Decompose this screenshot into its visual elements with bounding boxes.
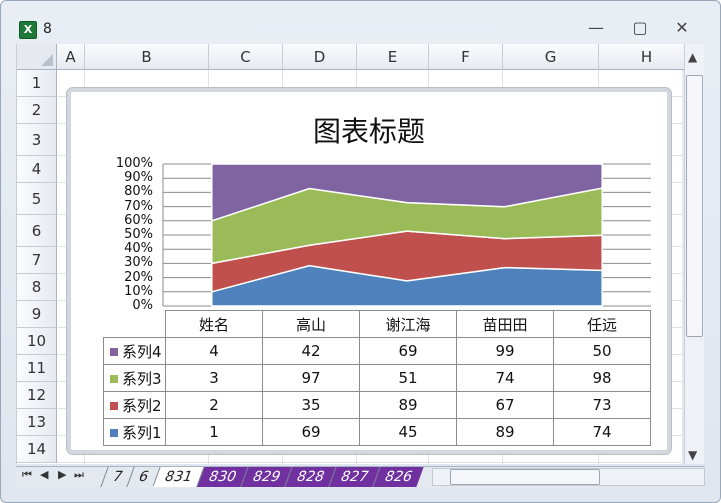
category-label: 高山 xyxy=(262,310,360,338)
table-row: 系列3 3 97 51 74 98 xyxy=(103,364,651,392)
data-label: 69 xyxy=(359,337,457,365)
column-header-B[interactable]: B xyxy=(85,44,209,70)
prev-sheet-icon[interactable]: ◀ xyxy=(40,468,48,481)
sheet-tab-830[interactable]: 830 xyxy=(196,467,248,487)
last-sheet-icon[interactable]: ⏭ xyxy=(74,468,84,482)
data-label: 4 xyxy=(165,337,263,365)
horizontal-scroll-thumb[interactable] xyxy=(450,469,600,485)
data-label: 67 xyxy=(456,391,554,419)
table-row: 系列4 4 42 69 99 50 xyxy=(103,337,651,365)
series-name: 系列4 xyxy=(122,342,162,361)
series-name: 系列1 xyxy=(122,423,162,442)
data-label: 89 xyxy=(359,391,457,419)
scroll-up-arrow[interactable]: ▲ xyxy=(688,50,697,64)
column-header-F[interactable]: F xyxy=(429,44,503,70)
row-header-13[interactable]: 13 xyxy=(17,409,57,436)
series-name: 系列3 xyxy=(122,369,162,388)
minimize-button[interactable]: — xyxy=(581,15,611,41)
legend-key-2: 系列2 xyxy=(103,391,166,419)
row-header-8[interactable]: 8 xyxy=(17,274,57,301)
data-label: 73 xyxy=(553,391,651,419)
close-button[interactable]: ✕ xyxy=(667,15,697,41)
data-label: 74 xyxy=(456,364,554,392)
category-label: 任远 xyxy=(553,310,651,338)
vertical-scroll-thumb[interactable] xyxy=(686,75,703,337)
data-label: 69 xyxy=(262,418,360,446)
data-label: 1 xyxy=(165,418,263,446)
select-all-corner[interactable] xyxy=(17,44,57,70)
sheet-tab-828[interactable]: 828 xyxy=(284,467,336,487)
legend-swatch xyxy=(110,402,118,410)
next-sheet-icon[interactable]: ▶ xyxy=(58,468,66,481)
sheet-tab-826[interactable]: 826 xyxy=(372,467,424,487)
row-header-6[interactable]: 6 xyxy=(17,215,57,247)
first-sheet-icon[interactable]: ⏮ xyxy=(22,468,32,482)
row-header-5[interactable]: 5 xyxy=(17,183,57,215)
data-label: 35 xyxy=(262,391,360,419)
table-corner xyxy=(104,311,166,338)
row-header-14[interactable]: 14 xyxy=(17,436,57,463)
column-header-A[interactable]: A xyxy=(57,44,85,70)
row-header-1[interactable]: 1 xyxy=(17,70,57,97)
legend-key-4: 系列4 xyxy=(103,337,166,365)
column-header-E[interactable]: E xyxy=(357,44,429,70)
sheet-tab-829[interactable]: 829 xyxy=(240,467,292,487)
data-label: 3 xyxy=(165,364,263,392)
legend-swatch xyxy=(110,429,118,437)
row-header-10[interactable]: 10 xyxy=(17,328,57,355)
gridline xyxy=(57,462,683,463)
series-name: 系列2 xyxy=(122,396,162,415)
sheet-tab-827[interactable]: 827 xyxy=(328,467,380,487)
scroll-down-arrow[interactable]: ▼ xyxy=(688,448,697,462)
data-label: 45 xyxy=(359,418,457,446)
title-bar: X 8 — ▢ ✕ xyxy=(1,1,720,41)
legend-key-1: 系列1 xyxy=(103,418,166,446)
chart-area[interactable]: 图表标题 100% 90% 80% 70% 60% 50% 40% 30% 20% 10% 0% 姓… xyxy=(67,88,671,454)
legend-key-3: 系列3 xyxy=(103,364,166,392)
data-label: 50 xyxy=(553,337,651,365)
column-header-D[interactable]: D xyxy=(283,44,357,70)
row-header-4[interactable]: 4 xyxy=(17,156,57,183)
window-title: 8 xyxy=(43,21,52,37)
row-header-3[interactable]: 3 xyxy=(17,124,57,156)
row-header-2[interactable]: 2 xyxy=(17,97,57,124)
legend-swatch xyxy=(110,348,118,356)
category-label: 苗田田 xyxy=(456,310,554,338)
category-label: 谢江海 xyxy=(359,310,457,338)
data-table: 姓名 高山 谢江海 苗田田 任远 系列4 4 42 69 99 50 系列3 3 97 51 74 98 系列2 2… xyxy=(103,310,651,446)
table-row: 系列1 1 69 45 89 74 xyxy=(103,418,651,446)
category-label: 姓名 xyxy=(165,310,263,338)
data-label: 2 xyxy=(165,391,263,419)
row-header-11[interactable]: 11 xyxy=(17,355,57,382)
column-header-G[interactable]: G xyxy=(503,44,599,70)
excel-icon: X xyxy=(19,21,37,39)
sheet-tab-831[interactable]: 831 xyxy=(152,467,204,487)
row-header-7[interactable]: 7 xyxy=(17,247,57,274)
data-label: 42 xyxy=(262,337,360,365)
column-header-H[interactable]: H xyxy=(599,44,695,70)
data-label: 51 xyxy=(359,364,457,392)
table-row: 系列2 2 35 89 67 73 xyxy=(103,391,651,419)
data-label: 98 xyxy=(553,364,651,392)
data-label: 97 xyxy=(262,364,360,392)
data-label: 74 xyxy=(553,418,651,446)
column-header-C[interactable]: C xyxy=(209,44,283,70)
data-label: 89 xyxy=(456,418,554,446)
restore-button[interactable]: ▢ xyxy=(625,15,655,41)
legend-swatch xyxy=(110,375,118,383)
row-header-12[interactable]: 12 xyxy=(17,382,57,409)
data-label: 99 xyxy=(456,337,554,365)
row-header-9[interactable]: 9 xyxy=(17,301,57,328)
